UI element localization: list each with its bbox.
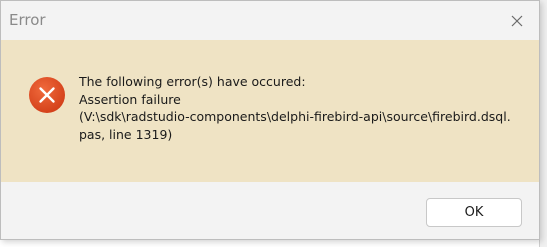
message-line: Assertion failure: [79, 91, 181, 107]
dialog-content: The following error(s) have occured: Ass…: [1, 40, 539, 182]
dialog-footer: OK: [1, 182, 539, 239]
dialog-titlebar: Error: [1, 1, 539, 40]
error-dialog: Error The following error(s) have occure…: [0, 0, 540, 240]
error-message: The following error(s) have occured: Ass…: [79, 73, 529, 143]
background-window-edge: [539, 0, 547, 247]
ok-button[interactable]: OK: [426, 198, 522, 227]
close-icon: [511, 15, 523, 27]
message-line: pas, line 1319): [79, 126, 173, 142]
close-button[interactable]: [503, 7, 531, 35]
message-line: The following error(s) have occured:: [79, 74, 306, 89]
error-icon: [29, 77, 65, 113]
message-line: (V:\sdk\radstudio-components\delphi-fire…: [79, 109, 511, 124]
dialog-title: Error: [9, 11, 46, 29]
